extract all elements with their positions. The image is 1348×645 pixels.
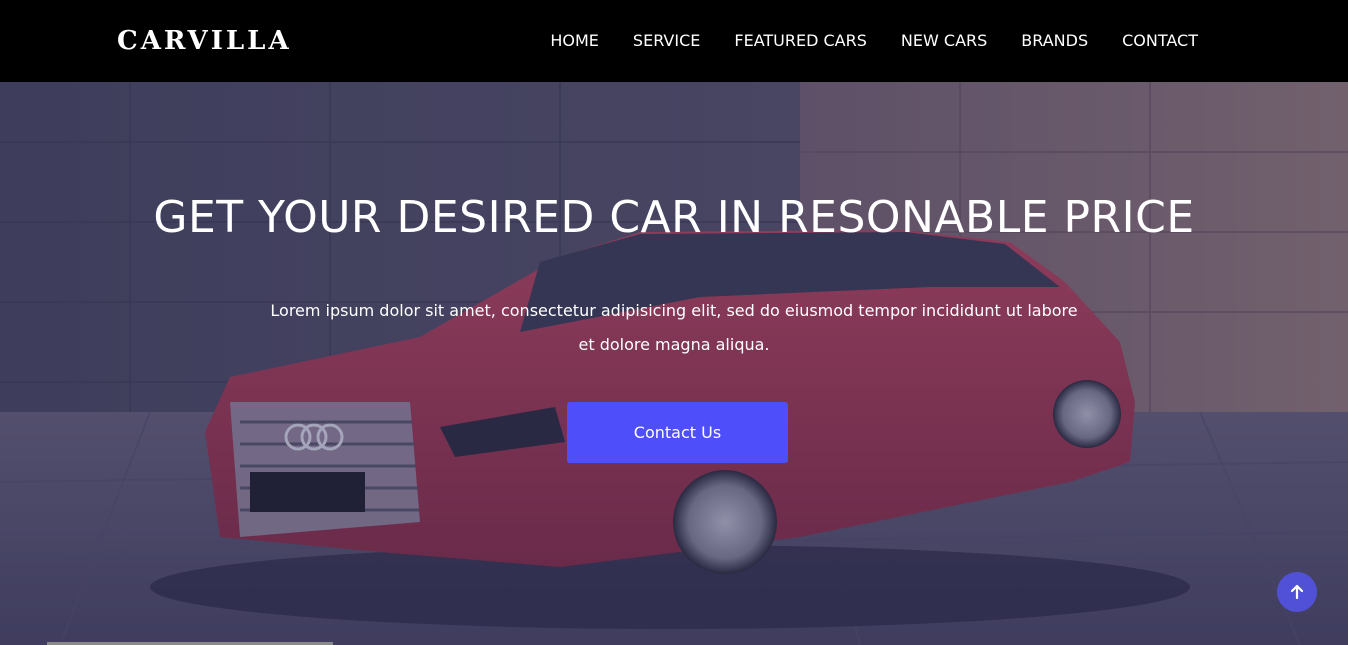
nav-item-brands[interactable]: BRANDS [1021,30,1088,52]
hero-section: GET YOUR DESIRED CAR IN RESONABLE PRICE … [0,82,1348,645]
nav-item-home[interactable]: HOME [550,30,599,52]
hero-description: Lorem ipsum dolor sit amet, consectetur … [270,301,1078,354]
main-nav: HOME SERVICE FEATURED CARS NEW CARS BRAN… [550,30,1198,52]
hero-title: GET YOUR DESIRED CAR IN RESONABLE PRICE [153,192,1195,243]
nav-item-service[interactable]: SERVICE [633,30,700,52]
nav-item-contact[interactable]: CONTACT [1122,30,1198,52]
site-logo[interactable]: CARVILLA [117,25,292,57]
scroll-to-top-button[interactable] [1277,572,1317,612]
hero-overlay [0,82,1348,645]
contact-us-button[interactable]: Contact Us [567,402,788,463]
navbar: CARVILLA HOME SERVICE FEATURED CARS NEW … [0,0,1348,82]
nav-item-new-cars[interactable]: NEW CARS [901,30,987,52]
nav-item-featured-cars[interactable]: FEATURED CARS [734,30,867,52]
arrow-up-icon [1290,584,1304,600]
